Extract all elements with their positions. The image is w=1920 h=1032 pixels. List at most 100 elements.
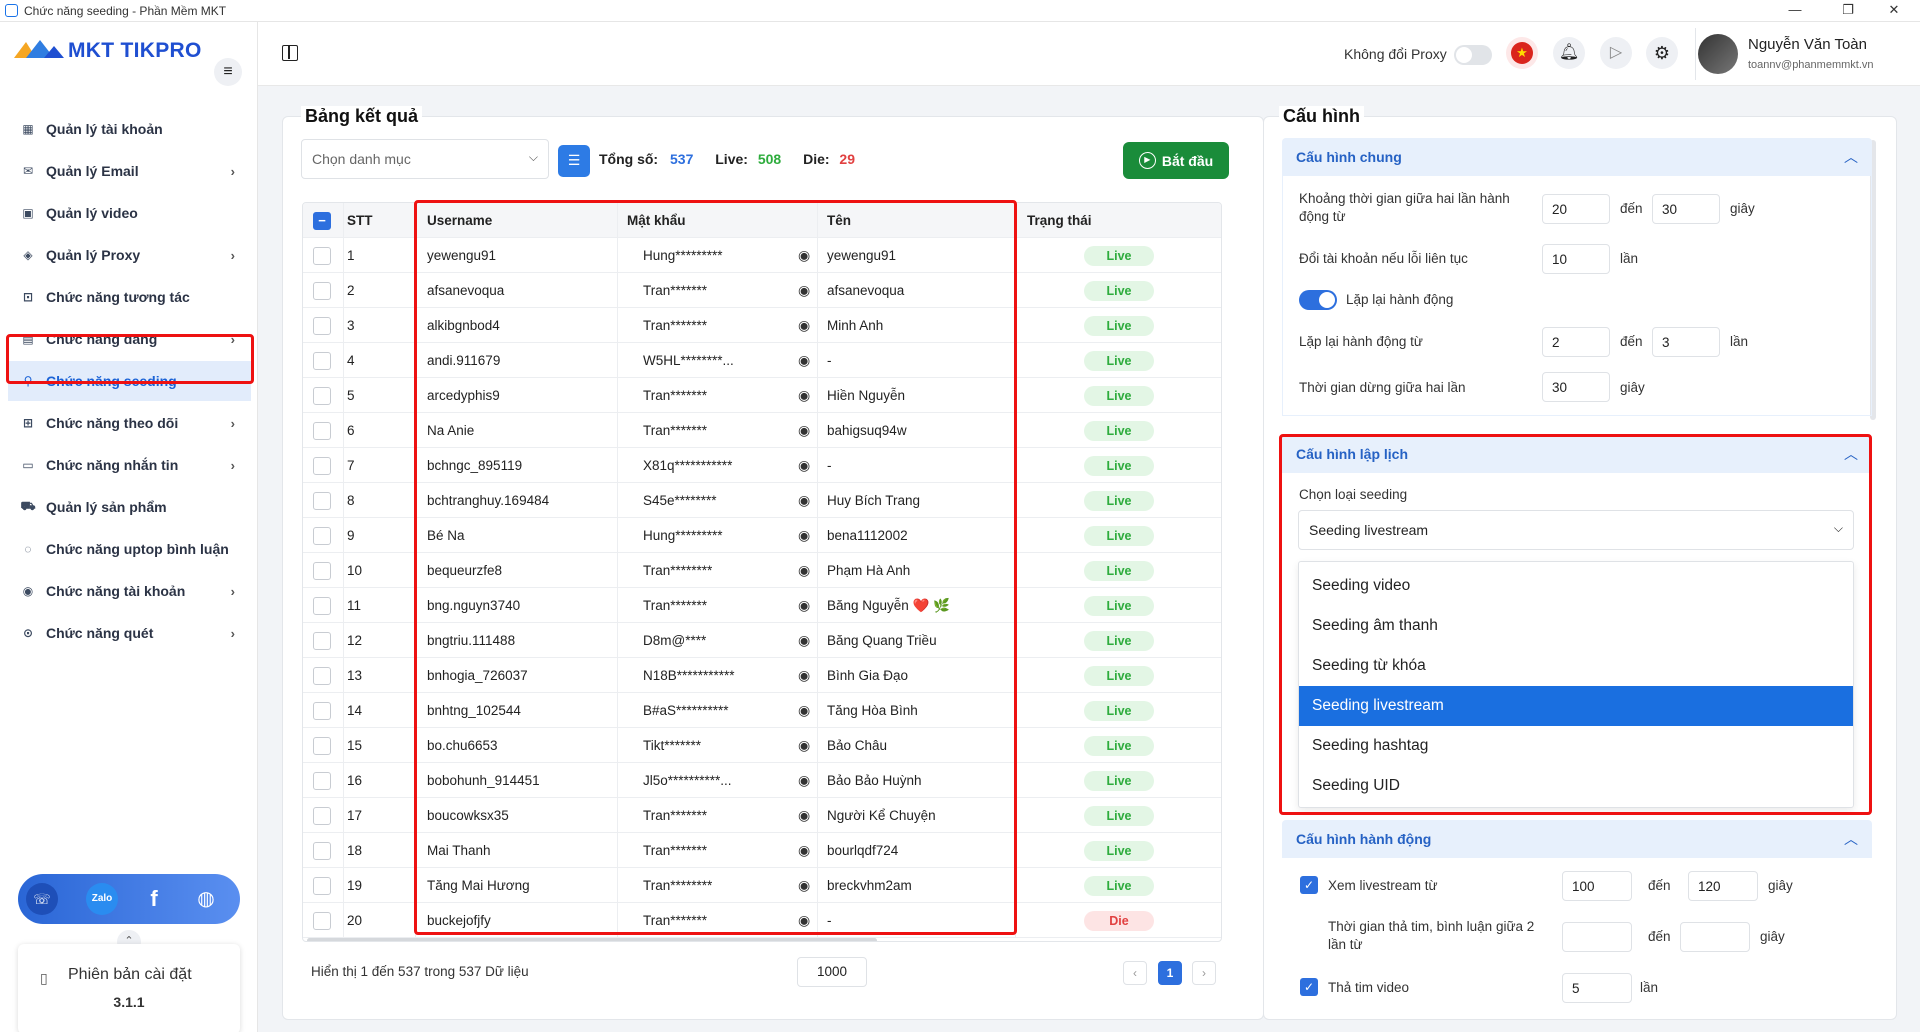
sidebar-item-10[interactable]: ◌ Chức năng uptop bình luận [8, 529, 251, 569]
action-config-header[interactable]: Cấu hình hành động ︿ [1282, 820, 1872, 858]
row-checkbox[interactable] [313, 807, 331, 825]
interval-from-input[interactable]: 20 [1542, 194, 1610, 224]
row-checkbox[interactable] [313, 422, 331, 440]
row-checkbox[interactable] [313, 562, 331, 580]
row-checkbox[interactable] [313, 912, 331, 930]
page-1-button[interactable]: 1 [1158, 961, 1182, 985]
schedule-config-header[interactable]: Cấu hình lập lịch ︿ [1282, 435, 1872, 473]
seeding-option[interactable]: Seeding từ khóa [1299, 646, 1853, 686]
table-row[interactable]: 5 arcedyphis9 Tran******* ◉ Hiền Nguyễn Live [303, 378, 1221, 413]
row-checkbox[interactable] [313, 352, 331, 370]
table-row[interactable]: 6 Na Anie Tran******* ◉ bahigsuq94w Live [303, 413, 1221, 448]
row-checkbox[interactable] [313, 492, 331, 510]
seeding-option[interactable]: Seeding video [1299, 566, 1853, 606]
table-vscroll[interactable] [1221, 207, 1222, 233]
sidebar-item-2[interactable]: ▣ Quản lý video [8, 193, 251, 233]
table-row[interactable]: 8 bchtranghuy.169484 S45e******** ◉ Huy Bích… [303, 483, 1221, 518]
page-size-input[interactable]: 1000 [797, 957, 867, 987]
table-row[interactable]: 19 Tăng Mai Hương Tran******** ◉ breckvhm2am… [303, 868, 1221, 903]
eye-icon[interactable]: ◉ [798, 238, 810, 273]
eye-icon[interactable]: ◉ [798, 448, 810, 483]
select-all-checkbox[interactable]: − [313, 212, 331, 230]
next-page-button[interactable]: › [1192, 961, 1216, 985]
eye-icon[interactable]: ◉ [798, 343, 810, 378]
eye-icon[interactable]: ◉ [798, 553, 810, 588]
row-checkbox[interactable] [313, 772, 331, 790]
maximize-button[interactable]: ❐ [1828, 2, 1868, 18]
sidebar-item-0[interactable]: ▦ Quản lý tài khoản [8, 109, 251, 149]
seeding-type-select[interactable]: Seeding livestream ⌵ [1298, 510, 1854, 550]
sidebar-item-5[interactable]: ▤ Chức năng đăng › [8, 319, 251, 359]
row-checkbox[interactable] [313, 247, 331, 265]
gear-icon[interactable]: ⚙ [1646, 37, 1678, 69]
eye-icon[interactable]: ◉ [798, 623, 810, 658]
table-row[interactable]: 9 Bé Na Hung********* ◉ bena1112002 Live [303, 518, 1221, 553]
switch-account-input[interactable]: 10 [1542, 244, 1610, 274]
play-icon[interactable]: ▷ [1600, 37, 1632, 69]
zalo-icon[interactable]: Zalo [86, 883, 118, 915]
sidebar-item-1[interactable]: ✉ Quản lý Email › [8, 151, 251, 191]
table-row[interactable]: 15 bo.chu6653 Tikt******* ◉ Bảo Châu Live [303, 728, 1221, 763]
seeding-option[interactable]: Seeding livestream [1299, 686, 1853, 726]
row-checkbox[interactable] [313, 667, 331, 685]
proxy-toggle[interactable] [1454, 45, 1492, 65]
table-row[interactable]: 4 andi.911679 W5HL********... ◉ - Live [303, 343, 1221, 378]
table-row[interactable]: 12 bngtriu.111488 D8m@**** ◉ Băng Quang Triề… [303, 623, 1221, 658]
seeding-option[interactable]: Seeding UID [1299, 766, 1853, 806]
heart-video-input[interactable]: 5 [1562, 973, 1632, 1003]
repeat-from-input[interactable]: 2 [1542, 327, 1610, 357]
eye-icon[interactable]: ◉ [798, 308, 810, 343]
seeding-option[interactable]: Seeding âm thanh [1299, 606, 1853, 646]
table-row[interactable]: 18 Mai Thanh Tran******* ◉ bourlqdf724 Live [303, 833, 1221, 868]
eye-icon[interactable]: ◉ [798, 658, 810, 693]
eye-icon[interactable]: ◉ [798, 763, 810, 798]
close-button[interactable]: ✕ [1874, 2, 1914, 18]
table-row[interactable]: 1 yewengu91 Hung********* ◉ yewengu91 Live [303, 238, 1221, 273]
table-row[interactable]: 20 buckejofjfy Tran******* ◉ - Die [303, 903, 1221, 938]
row-checkbox[interactable] [313, 702, 331, 720]
general-config-header[interactable]: Cấu hình chung ︿ [1282, 138, 1872, 176]
row-checkbox[interactable] [313, 877, 331, 895]
category-select[interactable]: Chọn danh mục ⌵ [301, 139, 549, 179]
language-flag-icon[interactable]: ★ [1506, 37, 1538, 69]
layout-toggle-icon[interactable] [282, 45, 298, 61]
table-row[interactable]: 10 bequeurzfe8 Tran******** ◉ Phạm Hà Anh Liv… [303, 553, 1221, 588]
prev-page-button[interactable]: ‹ [1123, 961, 1147, 985]
eye-icon[interactable]: ◉ [798, 693, 810, 728]
heart-from-input[interactable] [1562, 922, 1632, 952]
eye-icon[interactable]: ◉ [798, 518, 810, 553]
support-icon[interactable]: ☏ [26, 883, 58, 915]
row-checkbox[interactable] [313, 632, 331, 650]
table-row[interactable]: 3 alkibgnbod4 Tran******* ◉ Minh Anh Live [303, 308, 1221, 343]
start-button[interactable]: ▶ Bắt đầu [1123, 142, 1229, 179]
eye-icon[interactable]: ◉ [798, 868, 810, 903]
pause-input[interactable]: 30 [1542, 372, 1610, 402]
eye-icon[interactable]: ◉ [798, 378, 810, 413]
sidebar-item-9[interactable]: ⛟ Quản lý sản phẩm [8, 487, 251, 527]
table-row[interactable]: 16 bobohunh_914451 Jl5o**********... ◉ Bảo B… [303, 763, 1221, 798]
sidebar-item-3[interactable]: ◈ Quản lý Proxy › [8, 235, 251, 275]
watch-from-input[interactable]: 100 [1562, 871, 1632, 901]
repeat-toggle[interactable] [1299, 290, 1337, 310]
row-checkbox[interactable] [313, 842, 331, 860]
watch-livestream-checkbox[interactable]: ✓ [1300, 876, 1318, 894]
row-checkbox[interactable] [313, 387, 331, 405]
filter-button[interactable]: ☰ [558, 145, 590, 177]
sidebar-item-4[interactable]: ⊡ Chức năng tương tác [8, 277, 251, 317]
globe-icon[interactable]: ◍ [190, 883, 222, 915]
row-checkbox[interactable] [313, 597, 331, 615]
avatar[interactable] [1698, 34, 1738, 74]
eye-icon[interactable]: ◉ [798, 413, 810, 448]
table-row[interactable]: 7 bchngc_895119 X81q*********** ◉ - Live [303, 448, 1221, 483]
bell-icon[interactable]: 🔔︎ [1553, 37, 1585, 69]
row-checkbox[interactable] [313, 317, 331, 335]
watch-to-input[interactable]: 120 [1688, 871, 1758, 901]
row-checkbox[interactable] [313, 282, 331, 300]
eye-icon[interactable]: ◉ [798, 483, 810, 518]
collapse-menu-button[interactable]: ≡ [214, 58, 242, 86]
eye-icon[interactable]: ◉ [798, 588, 810, 623]
table-row[interactable]: 13 bnhogia_726037 N18B*********** ◉ Bình Gia… [303, 658, 1221, 693]
heart-video-checkbox[interactable]: ✓ [1300, 978, 1318, 996]
interval-to-input[interactable]: 30 [1652, 194, 1720, 224]
row-checkbox[interactable] [313, 527, 331, 545]
